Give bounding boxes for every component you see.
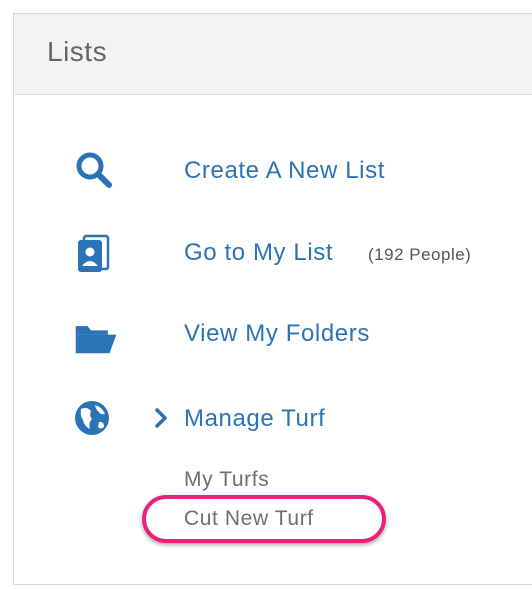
globe-icon[interactable] xyxy=(72,396,116,440)
my-turfs-link[interactable]: My Turfs xyxy=(184,468,269,492)
search-icon[interactable] xyxy=(72,148,116,192)
chevron-right-icon[interactable] xyxy=(154,408,170,428)
go-to-my-list-link[interactable]: Go to My List xyxy=(184,239,333,267)
manage-turf-link[interactable]: Manage Turf xyxy=(184,405,325,433)
create-new-list-link[interactable]: Create A New List xyxy=(184,157,385,185)
highlight-callout xyxy=(142,495,386,543)
panel-title: Lists xyxy=(47,36,108,67)
panel-header: Lists xyxy=(14,14,532,95)
view-my-folders-link[interactable]: View My Folders xyxy=(184,320,370,348)
people-count: (192 People) xyxy=(368,245,472,264)
contact-book-icon[interactable] xyxy=(72,230,116,274)
folder-open-icon[interactable] xyxy=(74,316,118,360)
